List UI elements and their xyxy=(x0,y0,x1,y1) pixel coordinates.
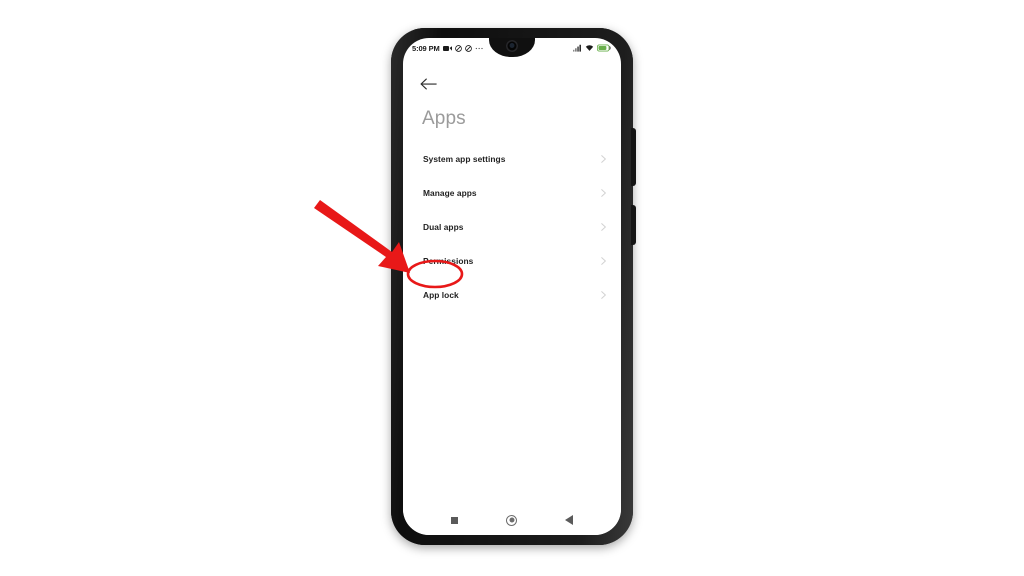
menu-item-permissions[interactable]: Permissions xyxy=(403,244,621,278)
mute-icon xyxy=(464,44,472,52)
menu-item-label: App lock xyxy=(423,290,459,300)
volume-button[interactable] xyxy=(631,128,636,186)
menu-item-dual-apps[interactable]: Dual apps xyxy=(403,210,621,244)
do-not-disturb-icon xyxy=(454,44,462,52)
more-dots-icon xyxy=(475,47,483,50)
home-circle-button[interactable] xyxy=(506,514,517,526)
menu-item-manage-apps[interactable]: Manage apps xyxy=(403,176,621,210)
status-bar-right xyxy=(573,44,612,52)
status-bar-left: 5:09 PM xyxy=(412,44,485,53)
menu-item-app-lock[interactable]: App lock xyxy=(403,278,621,312)
power-button[interactable] xyxy=(631,205,636,245)
wifi-icon xyxy=(585,45,594,51)
menu-item-label: Manage apps xyxy=(423,188,477,198)
chevron-right-icon xyxy=(601,189,606,197)
back-triangle-button[interactable] xyxy=(565,515,573,525)
settings-menu-list: System app settings Manage apps Dual app… xyxy=(403,142,621,312)
phone-device: 5:09 PM Apps System app settings Manage … xyxy=(391,28,636,545)
menu-item-label: System app settings xyxy=(423,154,506,164)
status-time: 5:09 PM xyxy=(412,43,440,53)
android-navigation-bar xyxy=(403,505,621,535)
settings-content: Apps System app settings Manage apps Dua… xyxy=(403,58,621,535)
chevron-right-icon xyxy=(601,223,606,231)
chevron-right-icon xyxy=(601,291,606,299)
chevron-right-icon xyxy=(601,257,606,265)
battery-charging-icon xyxy=(597,44,611,52)
back-button[interactable] xyxy=(420,74,440,94)
back-arrow-icon xyxy=(420,78,437,90)
video-camera-icon xyxy=(442,45,452,51)
menu-item-label: Dual apps xyxy=(423,222,464,232)
chevron-right-icon xyxy=(601,155,606,163)
page-title: Apps xyxy=(422,108,466,129)
phone-screen: 5:09 PM Apps System app settings Manage … xyxy=(403,38,621,535)
camera-lens xyxy=(509,43,515,48)
menu-item-label: Permissions xyxy=(423,256,474,266)
recents-square-button[interactable] xyxy=(451,516,458,524)
menu-item-system-app-settings[interactable]: System app settings xyxy=(403,142,621,176)
signal-bars-icon xyxy=(573,44,581,52)
